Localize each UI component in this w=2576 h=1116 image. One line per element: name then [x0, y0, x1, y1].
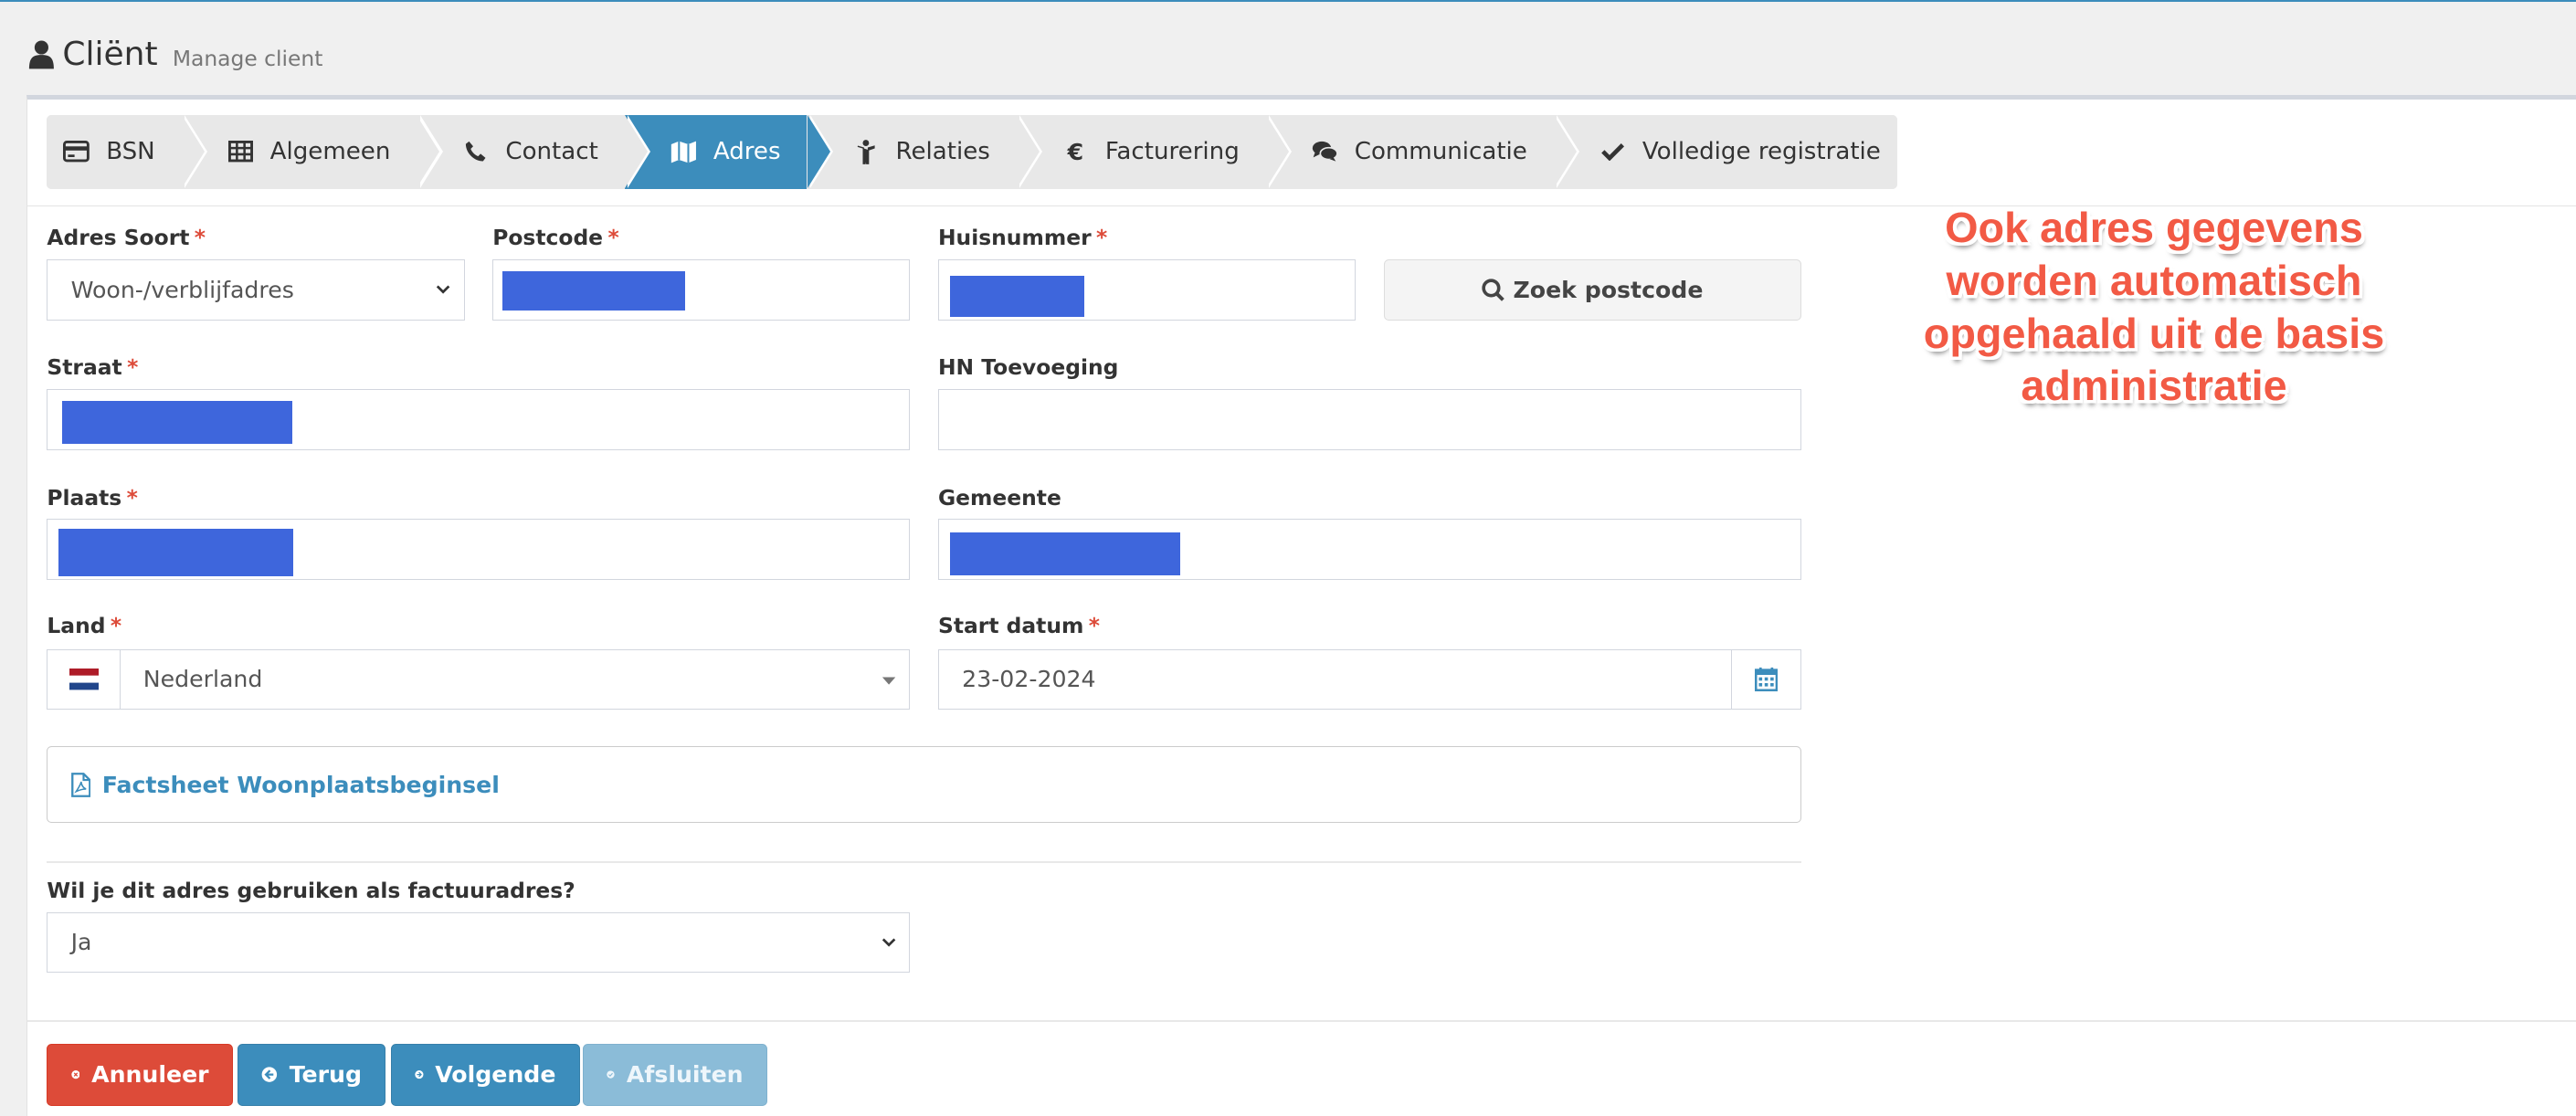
person-icon [853, 139, 880, 165]
page-title: Cliënt [62, 35, 158, 73]
comments-icon [1312, 139, 1338, 165]
start-datum-label: Start datum * [937, 612, 1101, 638]
postcode-label: Postcode * [492, 225, 619, 251]
start-datum-value: 23-02-2024 [962, 666, 1096, 693]
chevron-down-icon [436, 285, 450, 294]
terug-label: Terug [289, 1061, 362, 1089]
factuuradres-value: Ja [70, 929, 92, 956]
tab-label: Contact [505, 138, 598, 166]
tab-label: BSN [106, 138, 155, 166]
phone-icon [463, 139, 490, 165]
tab-communicatie[interactable]: Communicatie [1265, 114, 1580, 189]
wizard-steps: BSN Algemeen Contact Adres Relaties € Fa… [47, 114, 1897, 189]
tab-label: Algemeen [269, 138, 391, 166]
gemeente-label: Gemeente [937, 484, 1061, 511]
redacted-gemeente [949, 532, 1180, 575]
caret-down-icon [882, 677, 896, 685]
tab-bsn[interactable]: BSN [47, 114, 207, 189]
tab-label: Communicatie [1354, 138, 1527, 166]
tab-label: Facturering [1104, 138, 1240, 166]
arrow-circle-right-icon [415, 1070, 424, 1079]
tab-facturering[interactable]: € Facturering [1016, 114, 1292, 189]
tab-label: Relaties [895, 138, 990, 166]
annuleer-button[interactable]: Annuleer [47, 1043, 233, 1106]
land-label: Land * [47, 612, 122, 638]
calendar-icon [1754, 668, 1778, 692]
arrow-circle-left-icon [262, 1067, 278, 1082]
euro-icon: € [1067, 138, 1084, 165]
redacted-plaats [58, 529, 294, 577]
land-value: Nederland [143, 666, 263, 693]
divider [47, 860, 1801, 863]
afsluiten-label: Afsluiten [626, 1061, 744, 1089]
land-select[interactable]: Nederland [119, 648, 911, 711]
factuuradres-select[interactable]: Ja [47, 911, 911, 974]
afsluiten-button[interactable]: Afsluiten [583, 1043, 767, 1106]
times-circle-icon [70, 1070, 80, 1079]
search-icon [1482, 279, 1505, 301]
huisnummer-label: Huisnummer * [937, 225, 1108, 251]
page-header: Cliënt Manage client [28, 26, 323, 82]
tab-volledige-registratie[interactable]: Volledige registratie [1553, 114, 1897, 189]
redacted-postcode [501, 270, 685, 311]
tab-algemeen[interactable]: Algemeen [181, 114, 444, 189]
footer-divider [26, 1020, 2576, 1023]
hn-toevoeging-label: HN Toevoeging [937, 354, 1119, 381]
redacted-huisnummer [949, 275, 1085, 317]
adres-soort-select[interactable]: Woon-/verblijfadres [47, 258, 465, 321]
chevron-down-icon [882, 938, 896, 947]
volgende-label: Volgende [435, 1061, 556, 1089]
flag-nl-icon [47, 648, 121, 711]
zoek-postcode-label: Zoek postcode [1513, 276, 1704, 303]
annuleer-label: Annuleer [91, 1061, 209, 1089]
tab-relaties[interactable]: Relaties [807, 114, 1044, 189]
terug-button[interactable]: Terug [238, 1043, 386, 1106]
tab-label: Adres [713, 138, 781, 166]
factsheet-link[interactable]: Factsheet Woonplaatsbeginsel [47, 745, 1801, 824]
tab-label: Volledige registratie [1642, 138, 1881, 166]
tab-contact[interactable]: Contact [417, 114, 652, 189]
annotation-text: Ook adres gegevens worden automatisch op… [1923, 204, 2385, 410]
straat-label: Straat * [47, 354, 139, 381]
credit-card-icon [63, 139, 90, 165]
factuuradres-label: Wil je dit adres gebruiken als factuurad… [47, 877, 575, 903]
start-datum-input[interactable]: 23-02-2024 [937, 648, 1733, 711]
volgende-button[interactable]: Volgende [390, 1043, 580, 1106]
check-icon [1599, 139, 1626, 165]
top-accent-line [0, 0, 2576, 2]
factsheet-label: Factsheet Woonplaatsbeginsel [101, 771, 500, 798]
tab-adres[interactable]: Adres [624, 114, 834, 189]
zoek-postcode-button[interactable]: Zoek postcode [1383, 258, 1801, 321]
page-subtitle: Manage client [172, 45, 323, 71]
check-circle-icon [607, 1070, 615, 1079]
table-icon [227, 139, 254, 165]
user-icon [28, 40, 54, 69]
redacted-straat [61, 400, 292, 444]
calendar-button[interactable] [1730, 648, 1801, 711]
pdf-file-icon [70, 772, 91, 797]
plaats-label: Plaats * [47, 484, 138, 511]
adres-soort-label: Adres Soort * [47, 225, 206, 251]
hn-toevoeging-input[interactable] [937, 389, 1801, 450]
map-icon [670, 139, 697, 165]
adres-soort-value: Woon-/verblijfadres [70, 276, 294, 303]
